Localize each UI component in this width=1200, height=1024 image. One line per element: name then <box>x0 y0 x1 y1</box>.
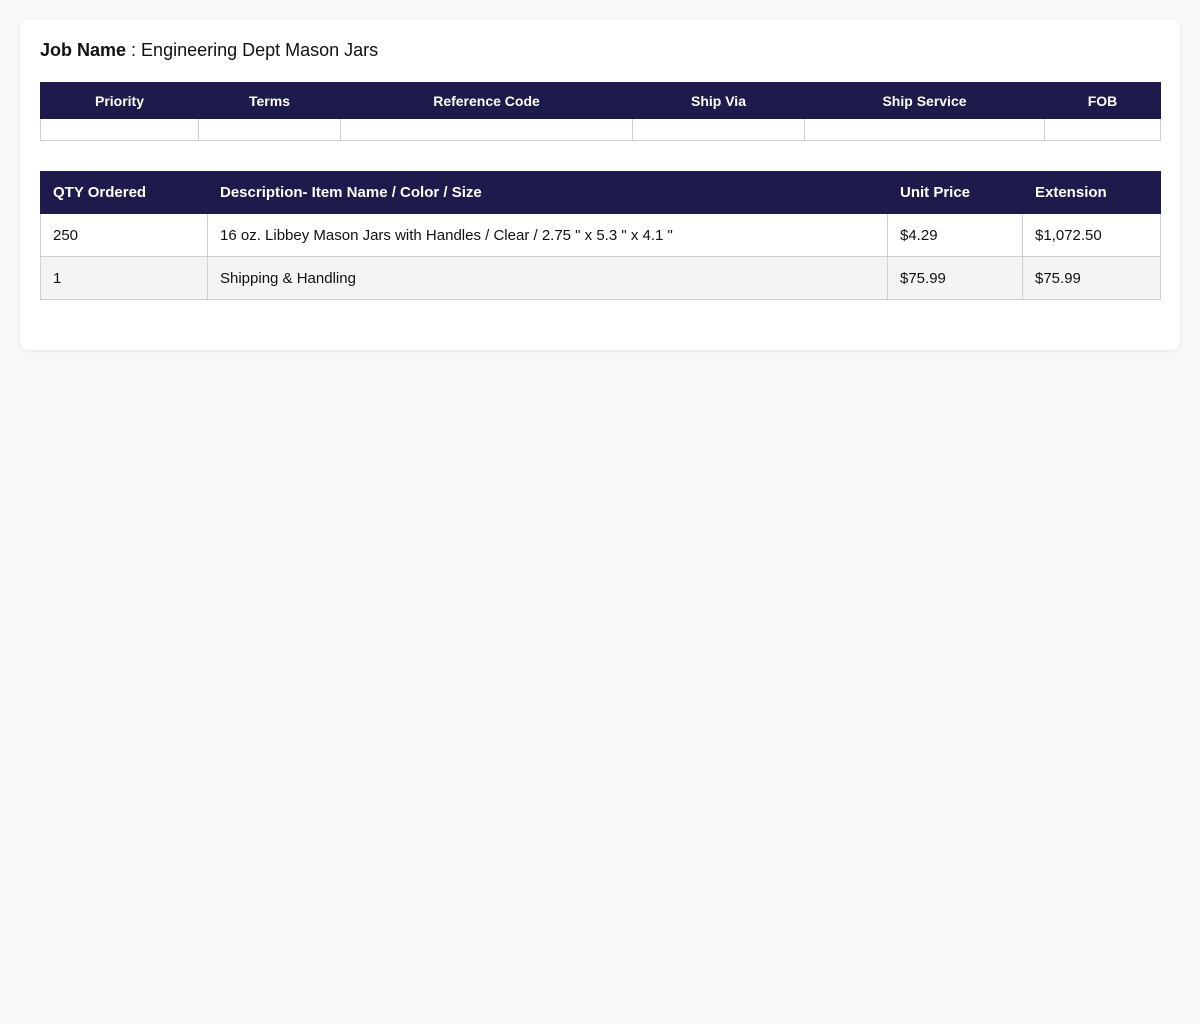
column-header-qty-ordered: QTY Ordered <box>40 171 208 214</box>
column-header-ship-via: Ship Via <box>632 82 805 119</box>
column-header-priority: Priority <box>40 82 199 119</box>
qty-cell: 1 <box>40 256 208 300</box>
ship-service-value <box>804 118 1045 141</box>
description-cell: 16 oz. Libbey Mason Jars with Handles / … <box>207 213 888 257</box>
order-info-value-row <box>40 118 1161 141</box>
job-name-line: Job Name : Engineering Dept Mason Jars <box>40 40 1160 62</box>
ship-via-value <box>632 118 805 141</box>
reference-code-value <box>340 118 633 141</box>
priority-value <box>40 118 199 141</box>
qty-cell: 250 <box>40 213 208 257</box>
table-row: 250 16 oz. Libbey Mason Jars with Handle… <box>40 213 1161 257</box>
table-row: 1 Shipping & Handling $75.99 $75.99 <box>40 256 1161 300</box>
line-items-header-row: QTY Ordered Description- Item Name / Col… <box>40 171 1161 214</box>
column-header-description: Description- Item Name / Color / Size <box>207 171 888 214</box>
description-cell: Shipping & Handling <box>207 256 888 300</box>
unit-price-cell: $75.99 <box>887 256 1023 300</box>
line-items-table: QTY Ordered Description- Item Name / Col… <box>40 171 1161 300</box>
order-info-header-row: Priority Terms Reference Code Ship Via S… <box>40 82 1161 119</box>
unit-price-cell: $4.29 <box>887 213 1023 257</box>
column-header-terms: Terms <box>198 82 341 119</box>
column-header-unit-price: Unit Price <box>887 171 1023 214</box>
fob-value <box>1044 118 1161 141</box>
order-card: Job Name : Engineering Dept Mason Jars P… <box>20 20 1180 350</box>
job-name-separator: : <box>126 40 142 60</box>
extension-cell: $75.99 <box>1022 256 1161 300</box>
column-header-extension: Extension <box>1022 171 1161 214</box>
terms-value <box>198 118 341 141</box>
column-header-fob: FOB <box>1044 82 1161 119</box>
job-name-label: Job Name <box>40 40 127 60</box>
column-header-ship-service: Ship Service <box>804 82 1045 119</box>
extension-cell: $1,072.50 <box>1022 213 1161 257</box>
job-name-value: Engineering Dept Mason Jars <box>141 40 379 60</box>
column-header-reference-code: Reference Code <box>340 82 633 119</box>
order-info-table: Priority Terms Reference Code Ship Via S… <box>40 82 1161 141</box>
